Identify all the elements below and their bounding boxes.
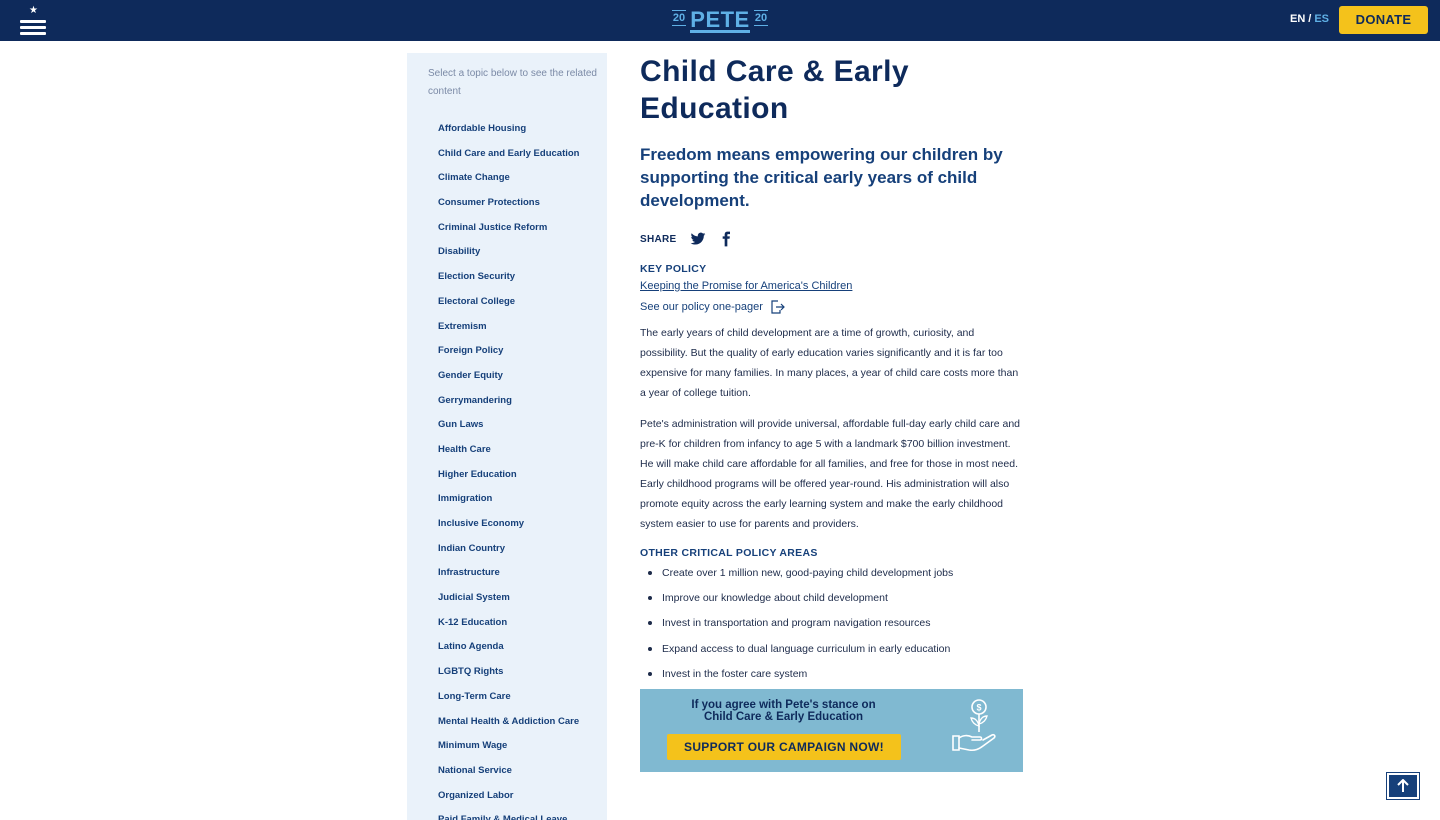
logo-word: PETE (690, 7, 750, 33)
topic-link[interactable]: Criminal Justice Reform (438, 216, 579, 241)
list-item: Expand access to dual language curriculu… (648, 641, 1023, 666)
hamburger-menu-icon[interactable]: ★ (18, 5, 48, 35)
logo-year-right: 20 (754, 10, 768, 26)
topic-link[interactable]: Latino Agenda (438, 635, 579, 660)
cta-line-1: If you agree with Pete's stance on (691, 699, 876, 711)
body-paragraph: Pete's administration will provide unive… (640, 418, 1021, 530)
twitter-icon[interactable] (690, 231, 706, 247)
pete-2020-logo[interactable]: 20 PETE 20 (672, 7, 768, 33)
topic-link[interactable]: Minimum Wage (438, 734, 579, 759)
lang-separator: / (1308, 13, 1312, 25)
hand-money-plant-icon: $ (952, 699, 996, 752)
facebook-icon[interactable] (718, 231, 734, 247)
topic-link[interactable]: Long-Term Care (438, 685, 579, 710)
topic-link[interactable]: Inclusive Economy (438, 512, 579, 537)
body-paragraph: The early years of child development are… (640, 327, 1019, 399)
svg-text:$: $ (976, 703, 981, 713)
share-label: SHARE (640, 233, 677, 245)
lang-es-link[interactable]: ES (1314, 13, 1329, 25)
policy-content: Child Care & Early Education Freedom mea… (640, 53, 1023, 691)
topic-link[interactable]: Gerrymandering (438, 389, 579, 414)
topic-link[interactable]: Election Security (438, 265, 579, 290)
page-subtitle: Freedom means empowering our children by… (640, 145, 1003, 210)
other-policy-list: Create over 1 million new, good-paying c… (648, 565, 1023, 691)
topic-link[interactable]: Affordable Housing (438, 117, 579, 142)
topic-link[interactable]: Child Care and Early Education (438, 142, 579, 167)
star-icon: ★ (29, 5, 38, 16)
list-item: Create over 1 million new, good-paying c… (648, 565, 1023, 590)
arrow-up-icon (1397, 779, 1409, 792)
topic-link[interactable]: Higher Education (438, 463, 579, 488)
topic-link[interactable]: Climate Change (438, 166, 579, 191)
other-policy-heading: OTHER CRITICAL POLICY AREAS (640, 547, 818, 559)
key-policy-link[interactable]: Keeping the Promise for America's Childr… (640, 280, 852, 292)
one-pager-link[interactable]: See our policy one-pager (640, 299, 1023, 315)
topic-link[interactable]: Gun Laws (438, 413, 579, 438)
topic-link[interactable]: Mental Health & Addiction Care (438, 710, 579, 735)
menu-bar (20, 32, 46, 35)
topic-link[interactable]: K-12 Education (438, 611, 579, 636)
topic-link[interactable]: Gender Equity (438, 364, 579, 389)
share-row: SHARE (640, 229, 1023, 249)
topic-link[interactable]: Consumer Protections (438, 191, 579, 216)
topic-link[interactable]: Foreign Policy (438, 339, 579, 364)
topic-link[interactable]: Organized Labor (438, 784, 579, 809)
topic-link[interactable]: National Service (438, 759, 579, 784)
page-title: Child Care & Early Education (640, 55, 909, 125)
topic-link[interactable]: Paid Family & Medical Leave (438, 808, 579, 820)
topic-link[interactable]: Health Care (438, 438, 579, 463)
topic-list: Affordable Housing Child Care and Early … (438, 117, 579, 820)
list-item: Invest in the foster care system (648, 666, 1023, 691)
language-switcher: EN / ES (1290, 13, 1329, 25)
topic-sidebar: Select a topic below to see the related … (407, 53, 607, 820)
topic-link[interactable]: Immigration (438, 487, 579, 512)
lang-en-link[interactable]: EN (1290, 13, 1305, 25)
topic-link[interactable]: Extremism (438, 315, 579, 340)
donate-button[interactable]: DONATE (1339, 6, 1428, 34)
list-item: Invest in transportation and program nav… (648, 615, 1023, 640)
sidebar-hint: Select a topic below to see the related … (428, 68, 597, 97)
logo-year-left: 20 (672, 10, 686, 26)
topic-link[interactable]: Judicial System (438, 586, 579, 611)
list-item: Improve our knowledge about child develo… (648, 590, 1023, 615)
menu-bar (20, 20, 46, 23)
one-pager-label: See our policy one-pager (640, 301, 763, 313)
key-policy-heading: KEY POLICY (640, 263, 707, 275)
support-campaign-banner: If you agree with Pete's stance on Child… (640, 689, 1023, 772)
topic-link[interactable]: LGBTQ Rights (438, 660, 579, 685)
topic-link[interactable]: Indian Country (438, 537, 579, 562)
topic-link[interactable]: Electoral College (438, 290, 579, 315)
topic-link[interactable]: Disability (438, 240, 579, 265)
support-campaign-button[interactable]: SUPPORT OUR CAMPAIGN NOW! (667, 734, 901, 760)
cta-line-2: Child Care & Early Education (703, 711, 864, 723)
back-to-top-button[interactable] (1387, 773, 1419, 799)
topic-link[interactable]: Infrastructure (438, 561, 579, 586)
top-nav-bar: ★ 20 PETE 20 EN / ES DONATE (0, 0, 1440, 41)
menu-bar (20, 26, 46, 29)
external-link-icon (771, 300, 785, 314)
